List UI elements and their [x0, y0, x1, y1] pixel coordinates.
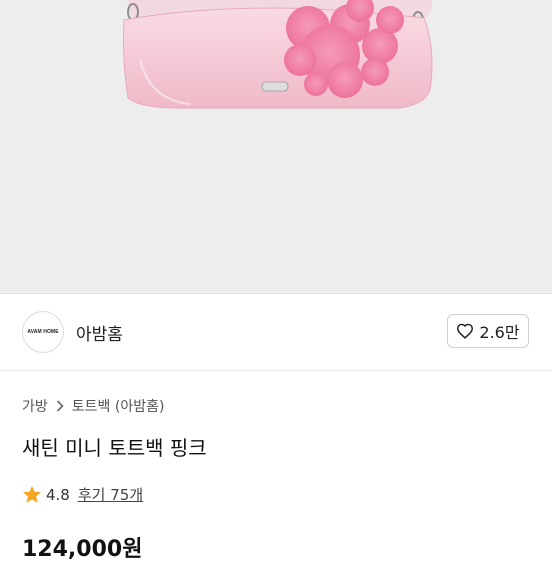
- breadcrumb-item-bag[interactable]: 가방: [22, 396, 48, 416]
- chevron-right-icon: [56, 400, 64, 412]
- review-link[interactable]: 후기 75개: [78, 484, 143, 505]
- star-icon: [23, 485, 41, 503]
- breadcrumb: 가방 토트백 (아밤홈): [22, 396, 164, 416]
- bag-illustration: [123, 0, 433, 109]
- brand-plate-icon: [261, 81, 289, 92]
- product-image[interactable]: [0, 0, 552, 293]
- rating-value: 4.8: [46, 485, 70, 504]
- shop-logo[interactable]: AVAM HOME: [22, 311, 64, 353]
- breadcrumb-item-tote[interactable]: 토트백 (아밤홈): [72, 396, 165, 416]
- section-divider: [0, 370, 552, 371]
- like-button[interactable]: 2.6만: [447, 314, 529, 348]
- rating-row: 4.8 후기 75개: [22, 484, 143, 505]
- image-divider: [0, 293, 552, 294]
- product-price: 124,000원: [22, 537, 143, 562]
- like-count: 2.6만: [479, 323, 520, 342]
- product-title: 새틴 미니 토트백 핑크: [22, 436, 207, 460]
- shop-name[interactable]: 아밤홈: [76, 320, 123, 345]
- heart-outline-icon: [457, 323, 474, 339]
- shop-logo-text: AVAM HOME: [27, 329, 59, 335]
